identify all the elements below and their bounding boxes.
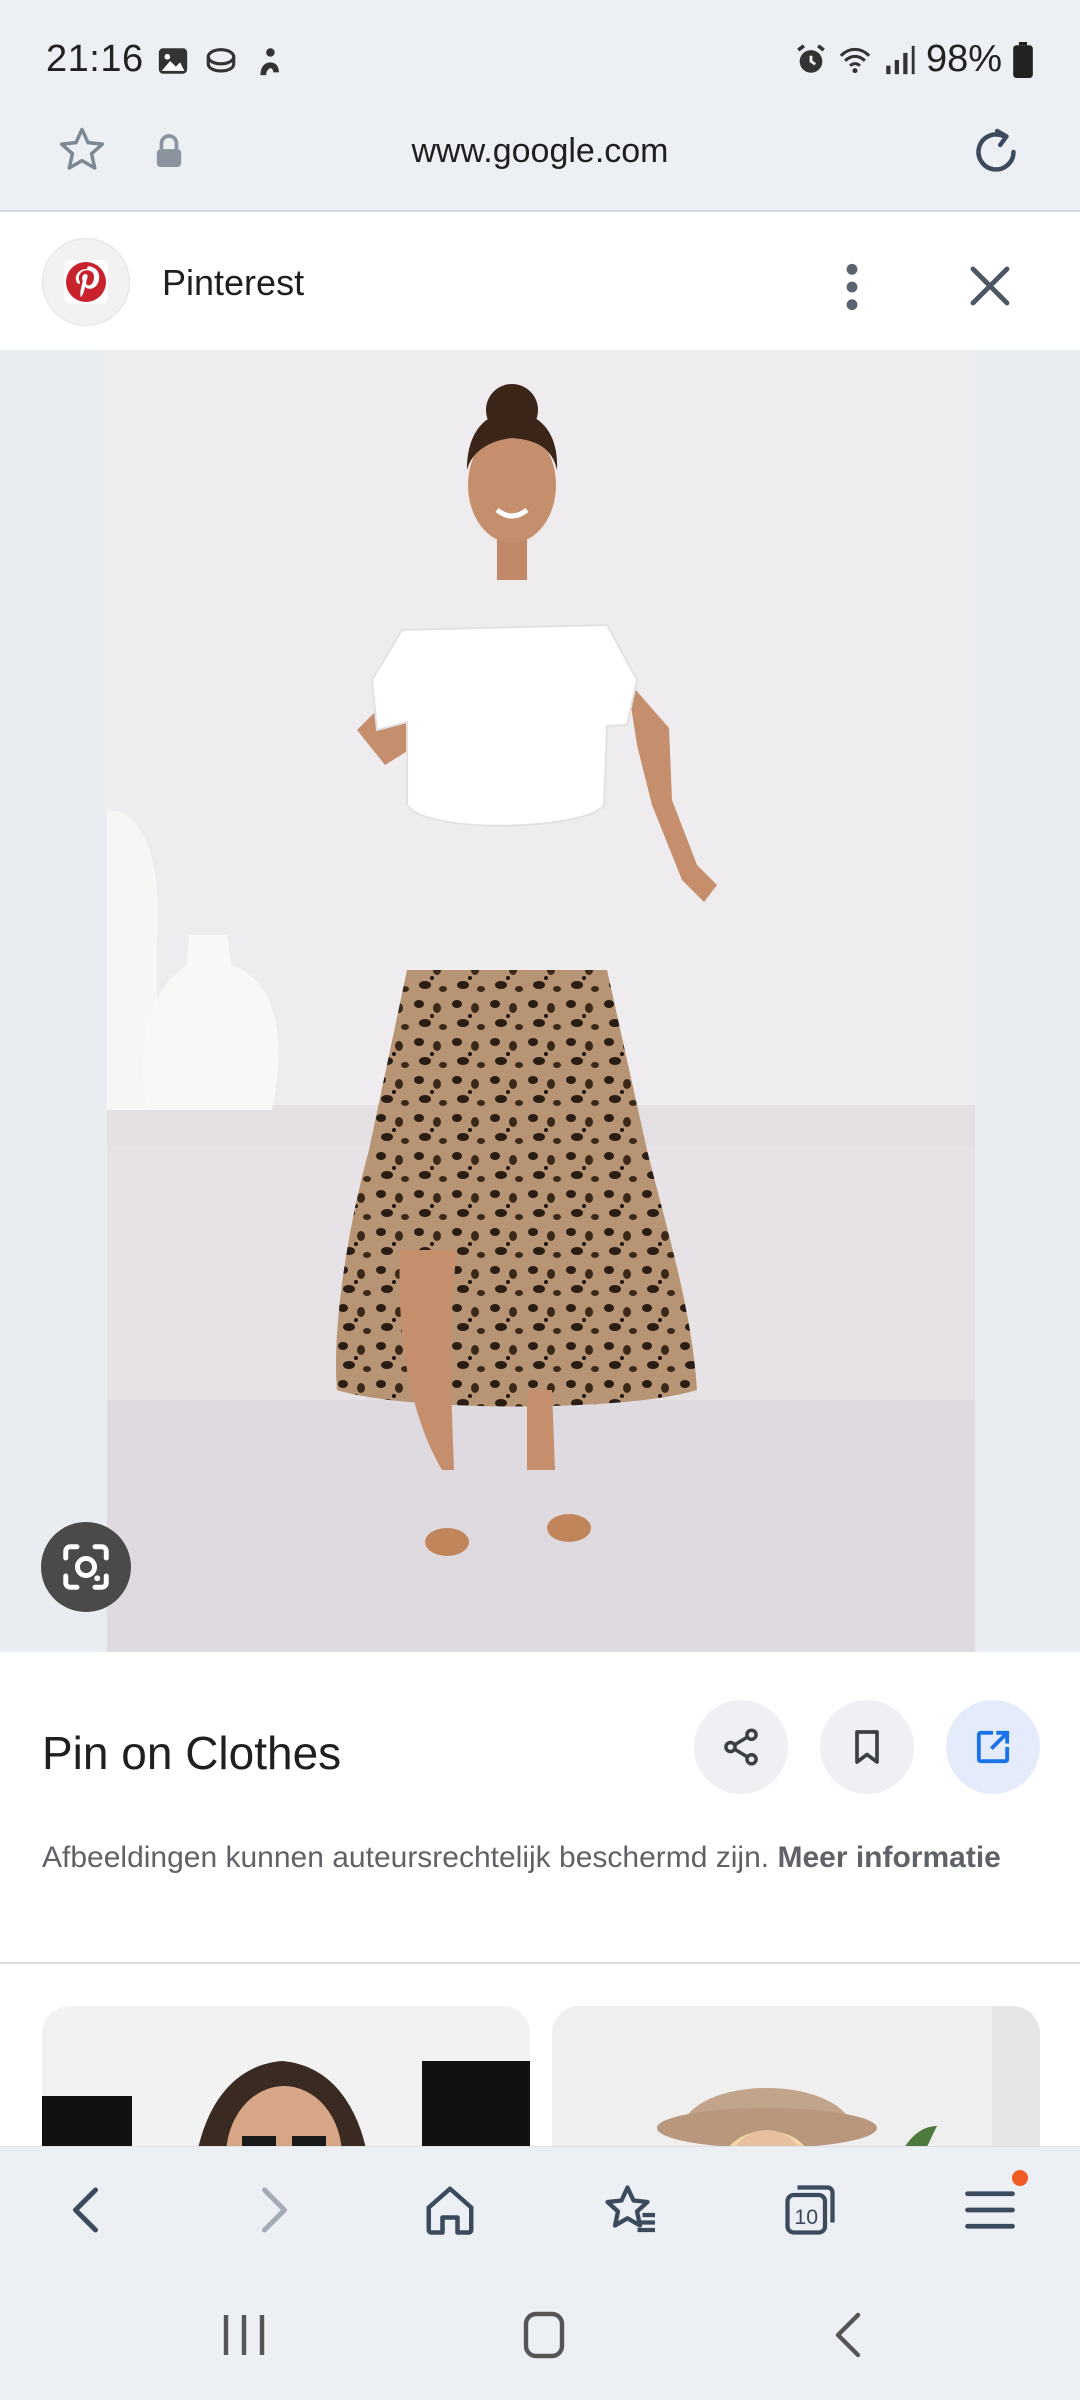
- woman-outfit-illustration: [107, 350, 975, 1652]
- recent-apps-icon[interactable]: [214, 2310, 274, 2360]
- browser-page: 21:16 98% www.google.com Pinterest Pin o…: [0, 0, 1080, 2400]
- more-info-link[interactable]: Meer informatie: [777, 1841, 1000, 1874]
- pinterest-logo[interactable]: [42, 238, 130, 326]
- url-text[interactable]: www.google.com: [0, 132, 1080, 171]
- open-in-new-icon: [976, 1730, 1010, 1764]
- status-left-icons: [156, 44, 286, 78]
- bookmark-icon: [855, 1730, 879, 1764]
- back-icon[interactable]: [58, 2180, 118, 2240]
- lens-icon: [63, 1544, 109, 1590]
- system-back-icon[interactable]: [820, 2310, 880, 2360]
- signal-icon: [886, 45, 915, 74]
- tabs-count: 10: [794, 2205, 818, 2229]
- close-icon[interactable]: [966, 262, 1014, 310]
- status-right: 98%: [794, 38, 1034, 81]
- home-icon[interactable]: [420, 2180, 480, 2240]
- divider: [0, 1962, 1080, 1964]
- google-lens-button[interactable]: [41, 1522, 131, 1612]
- home-button-icon[interactable]: [514, 2310, 574, 2360]
- forward-icon[interactable]: [242, 2180, 302, 2240]
- tabs-icon[interactable]: 10: [780, 2180, 840, 2240]
- battery-percentage: 98%: [925, 38, 1002, 80]
- result-title: Pin on Clothes: [42, 1727, 342, 1779]
- pinterest-icon: [64, 260, 108, 304]
- wifi-icon: [839, 47, 871, 73]
- gallery-icon: [158, 48, 188, 74]
- notification-dot: [1012, 2170, 1028, 2186]
- result-image[interactable]: [107, 350, 975, 1652]
- menu-icon[interactable]: [960, 2180, 1020, 2240]
- open-in-new-button[interactable]: [946, 1700, 1040, 1794]
- disclaimer-text: Afbeeldingen kunnen auteursrechtelijk be…: [42, 1841, 778, 1874]
- copyright-disclaimer: Afbeeldingen kunnen auteursrechtelijk be…: [42, 1836, 1042, 1879]
- reload-icon[interactable]: [968, 124, 1024, 180]
- app-icon: [206, 48, 236, 73]
- status-time: 21:16: [46, 38, 144, 80]
- alarm-icon: [797, 43, 825, 73]
- share-icon: [724, 1728, 758, 1766]
- bookmarks-icon[interactable]: [600, 2180, 660, 2240]
- source-name[interactable]: Pinterest: [162, 262, 304, 304]
- more-options-icon[interactable]: [840, 262, 864, 312]
- battery-icon: [1013, 41, 1033, 78]
- save-button[interactable]: [820, 1700, 914, 1794]
- browser-toolbar: [0, 2146, 1080, 2272]
- share-button[interactable]: [694, 1700, 788, 1794]
- app-icon: [260, 48, 279, 76]
